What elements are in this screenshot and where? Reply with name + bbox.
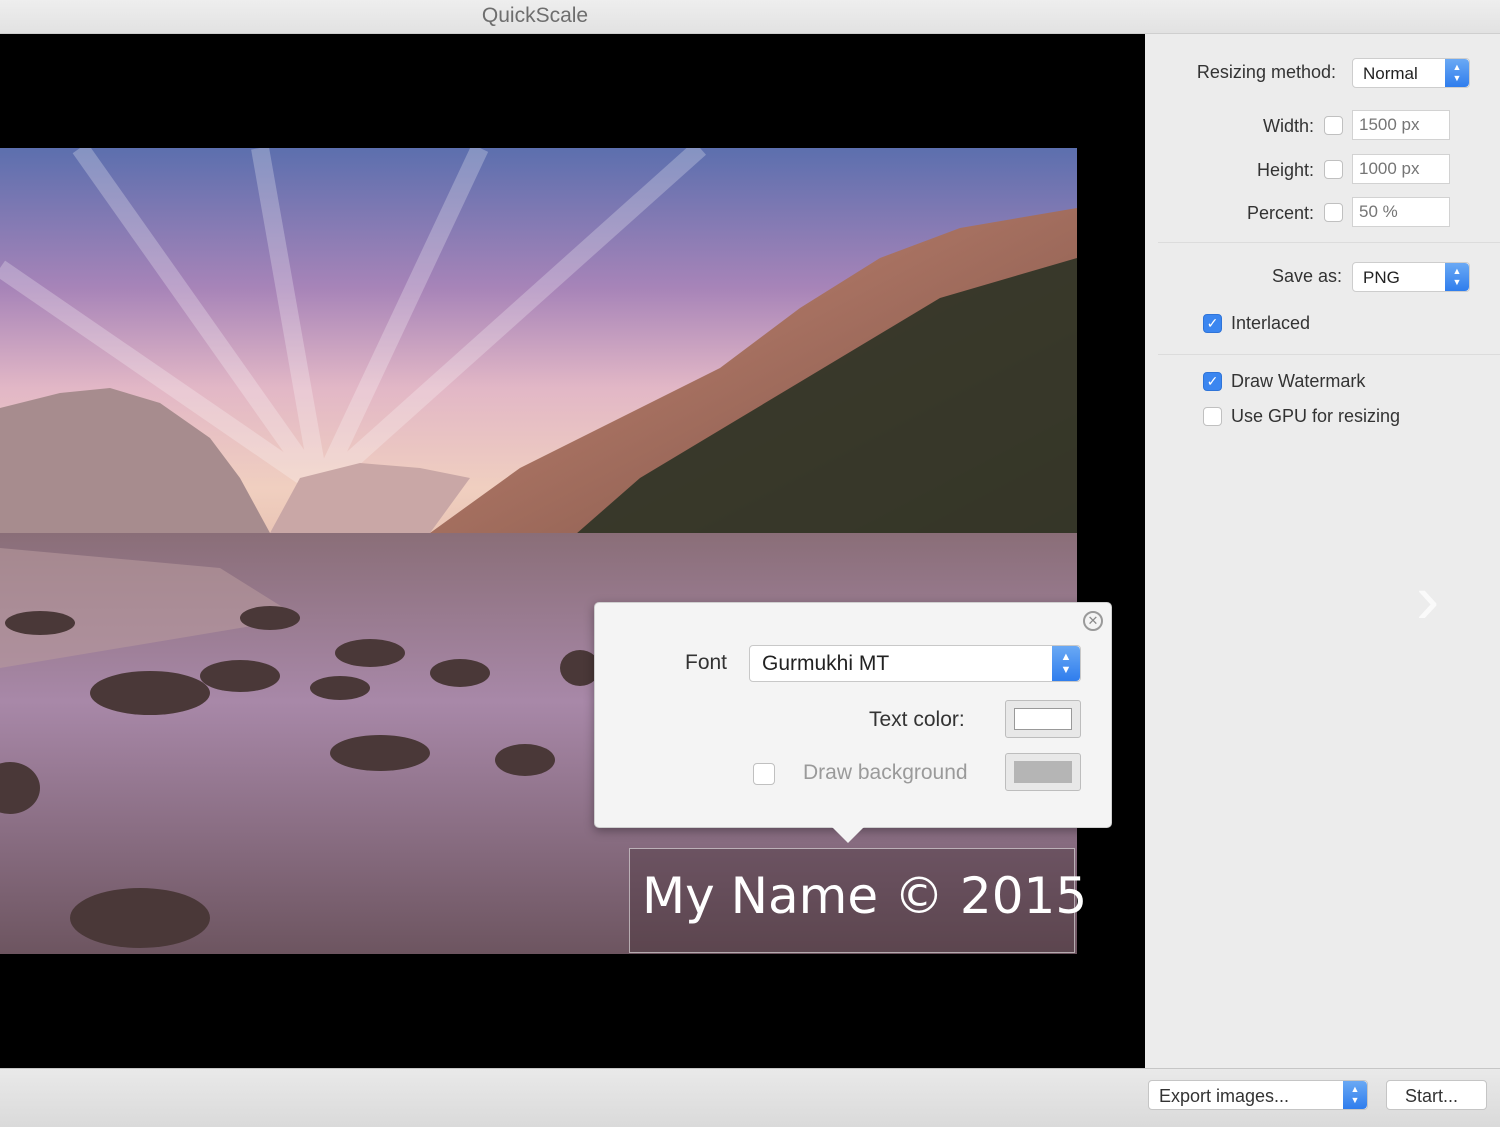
resizing-method-select[interactable]: Normal ▲ ▼ bbox=[1352, 58, 1470, 88]
width-checkbox[interactable] bbox=[1324, 116, 1343, 135]
image-preview: My Name © 2015 bbox=[0, 34, 1145, 1068]
settings-sidebar: Resizing method: Normal ▲▼ Width: Height… bbox=[1146, 34, 1500, 1068]
height-field[interactable] bbox=[1352, 154, 1450, 184]
percent-input[interactable] bbox=[1353, 198, 1449, 226]
draw-watermark-checkbox[interactable]: ✓ bbox=[1203, 372, 1222, 391]
save-as-select[interactable]: PNG ▲ ▼ bbox=[1352, 262, 1470, 292]
separator bbox=[1158, 354, 1500, 355]
font-value: Gurmukhi MT bbox=[762, 652, 890, 675]
export-images-label: Export images... bbox=[1159, 1086, 1290, 1106]
separator bbox=[1158, 242, 1500, 243]
width-label: Width: bbox=[1262, 116, 1314, 136]
watermark-box[interactable]: My Name © 2015 bbox=[629, 848, 1087, 953]
export-images-select[interactable]: Export images... ▲ ▼ bbox=[1148, 1080, 1368, 1110]
height-input[interactable] bbox=[1353, 155, 1449, 183]
use-gpu-checkbox[interactable] bbox=[1203, 407, 1222, 426]
font-label: Font bbox=[685, 651, 728, 674]
use-gpu-label: Use GPU for resizing bbox=[1231, 406, 1401, 426]
save-as-label: Save as: bbox=[1271, 266, 1342, 286]
select-stepper-icon: ▲ ▼ bbox=[1343, 1081, 1367, 1109]
resizing-method-value: Normal bbox=[1363, 64, 1418, 83]
percent-label: Percent: bbox=[1246, 203, 1314, 223]
popover-arrow bbox=[832, 827, 864, 843]
close-icon[interactable]: ✕ bbox=[1083, 611, 1103, 631]
draw-background-checkbox[interactable] bbox=[753, 763, 775, 785]
title-bar: QuickScale bbox=[0, 0, 1500, 34]
preview-photo bbox=[0, 148, 1077, 954]
height-label: Height: bbox=[1256, 160, 1314, 180]
height-checkbox[interactable] bbox=[1324, 160, 1343, 179]
save-as-value: PNG bbox=[1363, 268, 1400, 287]
draw-background-label: Draw background bbox=[803, 761, 968, 784]
text-color-swatch bbox=[1014, 708, 1072, 730]
draw-watermark-label: Draw Watermark bbox=[1231, 371, 1366, 391]
select-stepper-icon: ▲ ▼ bbox=[1445, 59, 1469, 87]
width-input[interactable] bbox=[1353, 111, 1449, 139]
interlaced-checkbox[interactable]: ✓ bbox=[1203, 314, 1222, 333]
percent-checkbox[interactable] bbox=[1324, 203, 1343, 222]
resizing-method-label: Resizing method: bbox=[1196, 62, 1336, 82]
bottom-toolbar: Export images... ▲ ▼ Start... bbox=[0, 1068, 1500, 1127]
text-color-label: Text color: bbox=[869, 708, 965, 731]
watermark-popover: ✕ Font Gurmukhi MT ▲ ▼ Text color: Draw b… bbox=[594, 602, 1112, 843]
select-stepper-icon: ▲ ▼ bbox=[1445, 263, 1469, 291]
background-color-well[interactable] bbox=[1005, 753, 1081, 791]
background-color-swatch bbox=[1014, 761, 1072, 783]
chevron-right-icon[interactable]: › bbox=[1416, 564, 1439, 634]
width-field[interactable] bbox=[1352, 110, 1450, 140]
percent-field[interactable] bbox=[1352, 197, 1450, 227]
select-stepper-icon: ▲ ▼ bbox=[1052, 646, 1080, 681]
start-button[interactable]: Start... bbox=[1386, 1080, 1487, 1110]
start-button-label: Start... bbox=[1405, 1086, 1459, 1106]
text-color-well[interactable] bbox=[1005, 700, 1081, 738]
window-title: QuickScale bbox=[481, 4, 589, 27]
watermark-text: My Name © 2015 bbox=[642, 867, 1088, 925]
interlaced-label: Interlaced bbox=[1231, 313, 1311, 333]
font-select[interactable]: Gurmukhi MT ▲ ▼ bbox=[749, 645, 1081, 682]
